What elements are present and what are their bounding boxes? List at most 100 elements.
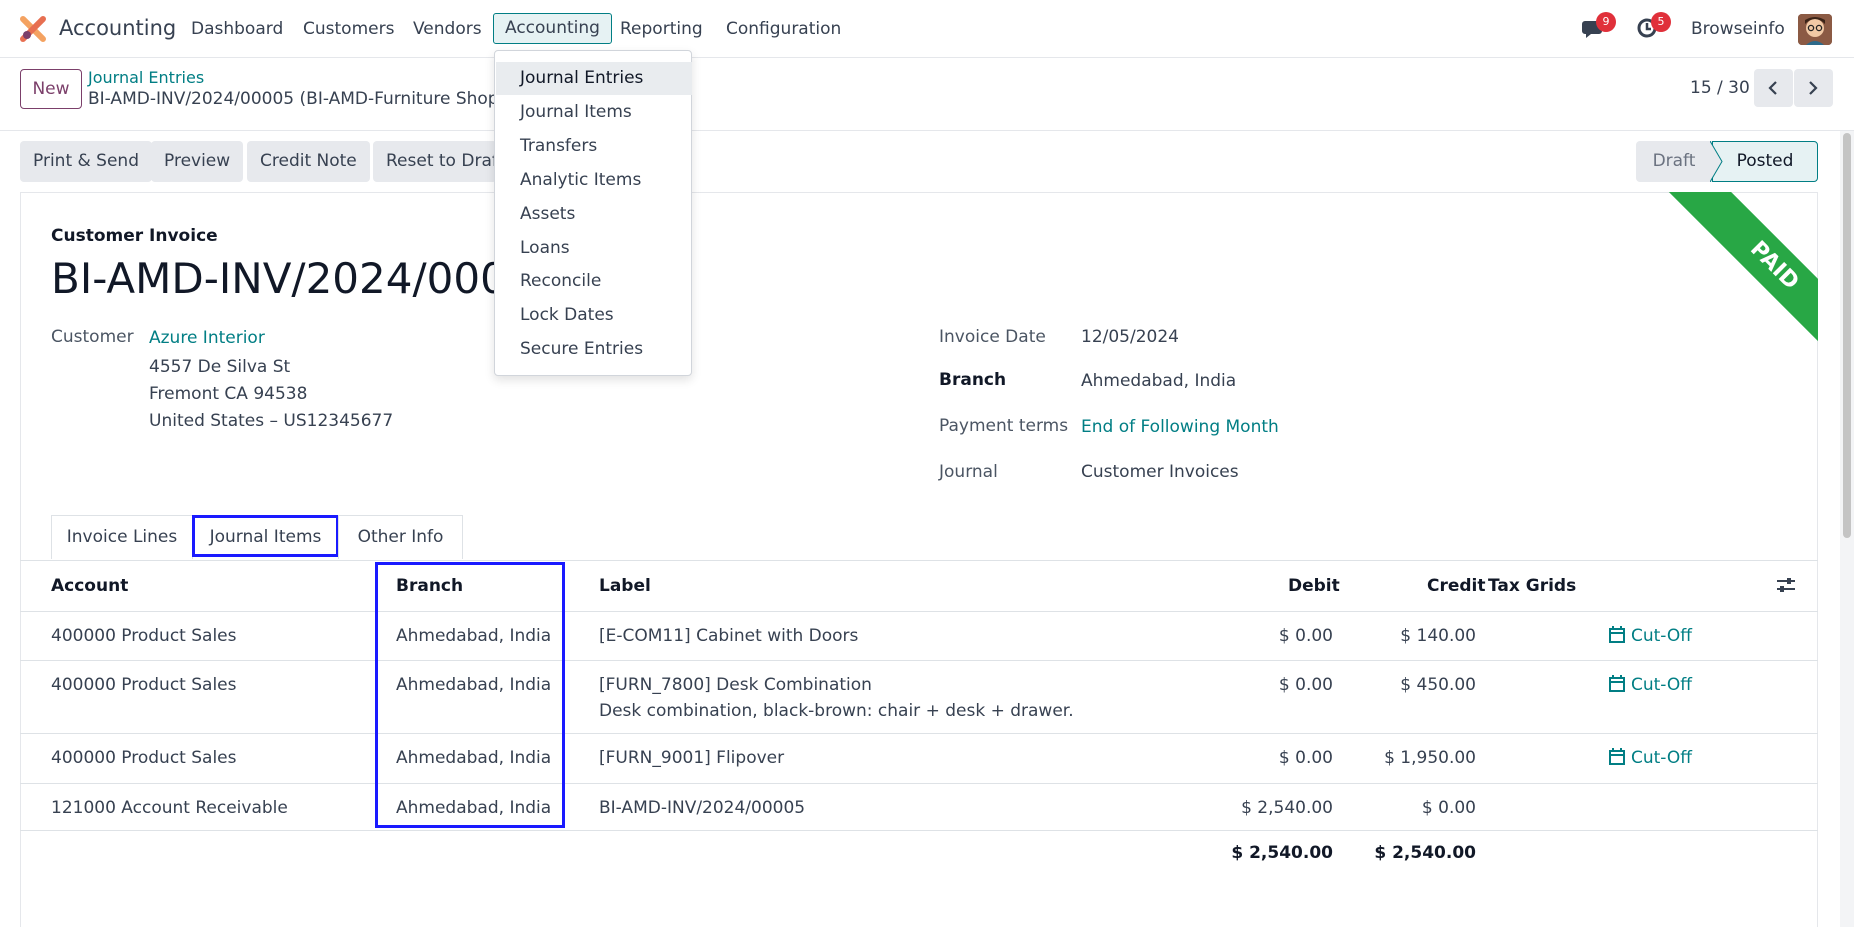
control-panel-divider [0,130,1854,131]
paid-ribbon-label: PAID [1666,192,1818,374]
avatar[interactable] [1798,14,1832,45]
chevron-right-icon [1809,81,1818,95]
customer-address-line3: United States – US12345677 [149,411,394,431]
row2-account[interactable]: 400000 Product Sales [51,675,237,695]
row4-credit[interactable]: $ 0.00 [1340,798,1476,818]
column-header-credit[interactable]: Credit [1427,576,1486,596]
dropdown-secure-entries[interactable]: Secure Entries [496,333,692,366]
journal-label: Journal [939,462,998,482]
calendar-icon [1609,675,1625,692]
row2-cutoff-label: Cut-Off [1631,675,1693,695]
customer-label: Customer [51,327,134,347]
page-title: BI-AMD-INV/2024/00005 [51,254,561,303]
customer-address-line1: 4557 De Silva St [149,357,291,377]
branch-label: Branch [939,370,1007,390]
customer-address-line2: Fremont CA 94538 [149,384,308,404]
row2-debit[interactable]: $ 0.00 [1200,675,1333,695]
status-draft[interactable]: Draft [1636,141,1712,182]
row1-credit[interactable]: $ 140.00 [1340,626,1476,646]
row3-cutoff-label: Cut-Off [1631,748,1693,768]
status-arrow-icon [1710,141,1723,182]
optional-columns-icon[interactable] [1776,576,1796,594]
row2-label[interactable]: [FURN_7800] Desk Combination [599,675,872,695]
total-credit: $ 2,540.00 [1374,843,1476,863]
user-name[interactable]: Browseinfo [1691,19,1785,39]
tabs-divider [20,560,1818,561]
tab-invoice-lines[interactable]: Invoice Lines [51,515,193,559]
app-name[interactable]: Accounting [59,16,176,40]
pager-previous-button[interactable] [1754,69,1793,107]
customer-link[interactable]: Azure Interior [149,328,265,348]
row4-label[interactable]: BI-AMD-INV/2024/00005 [599,798,805,818]
dropdown-journal-items[interactable]: Journal Items [496,96,692,129]
status-posted[interactable]: Posted [1712,141,1818,182]
menu-accounting[interactable]: Accounting [493,13,612,44]
dropdown-assets[interactable]: Assets [496,198,692,231]
tab-journal-items[interactable]: Journal Items [192,515,339,557]
activities-badge: 5 [1651,12,1671,32]
row-divider [20,733,1818,734]
row3-credit[interactable]: $ 1,950.00 [1340,748,1476,768]
dropdown-journal-entries[interactable]: Journal Entries [496,62,692,95]
pager-value[interactable]: 15 / 30 [1690,78,1750,98]
row3-label[interactable]: [FURN_9001] Flipover [599,748,784,768]
user-avatar-icon [1798,14,1832,45]
breadcrumb-current-record: BI-AMD-INV/2024/00005 (BI-AMD-Furniture … [88,89,522,109]
tab-other-info[interactable]: Other Info [338,515,463,559]
document-type: Customer Invoice [51,226,218,246]
column-header-tax-grids[interactable]: Tax Grids [1488,576,1576,596]
header-divider [20,611,1818,612]
dropdown-transfers[interactable]: Transfers [496,130,692,163]
row-divider [20,830,1818,831]
row-divider [20,783,1818,784]
invoice-date-label: Invoice Date [939,327,1046,347]
calendar-icon [1609,626,1625,643]
journal-field[interactable]: Customer Invoices [1081,462,1239,482]
menu-reporting[interactable]: Reporting [620,19,703,39]
row1-debit[interactable]: $ 0.00 [1200,626,1333,646]
row1-account[interactable]: 400000 Product Sales [51,626,237,646]
paid-ribbon: PAID [1636,192,1818,374]
calendar-icon [1609,748,1625,765]
dropdown-lock-dates[interactable]: Lock Dates [496,299,692,332]
app-logo-icon[interactable] [20,16,46,42]
menu-vendors[interactable]: Vendors [413,19,482,39]
row3-cutoff-button[interactable]: Cut-Off [1609,748,1692,768]
column-header-label[interactable]: Label [599,576,651,596]
row4-account[interactable]: 121000 Account Receivable [51,798,288,818]
column-header-debit[interactable]: Debit [1288,576,1340,596]
menu-customers[interactable]: Customers [303,19,394,39]
messages-badge: 9 [1596,12,1616,32]
row1-cutoff-button[interactable]: Cut-Off [1609,626,1692,646]
new-button[interactable]: New [20,69,82,109]
accounting-dropdown-menu: Journal Entries Journal Items Transfers … [494,50,692,376]
payment-terms-label: Payment terms [939,416,1069,436]
chevron-left-icon [1768,81,1777,95]
row3-debit[interactable]: $ 0.00 [1200,748,1333,768]
row-divider [20,660,1818,661]
preview-button[interactable]: Preview [151,141,244,182]
row2-credit[interactable]: $ 450.00 [1340,675,1476,695]
payment-terms-link[interactable]: End of Following Month [1081,417,1279,437]
print-send-button[interactable]: Print & Send [20,141,152,182]
total-debit: $ 2,540.00 [1231,843,1333,863]
dropdown-analytic-items[interactable]: Analytic Items [496,164,692,197]
breadcrumb-journal-entries[interactable]: Journal Entries [88,68,204,87]
credit-note-button[interactable]: Credit Note [247,141,370,182]
page-scrollbar[interactable] [1840,131,1854,927]
pager-next-button[interactable] [1794,69,1833,107]
menu-configuration[interactable]: Configuration [726,19,841,39]
row1-label[interactable]: [E-COM11] Cabinet with Doors [599,626,858,646]
dropdown-loans[interactable]: Loans [496,232,692,265]
scrollbar-thumb[interactable] [1843,133,1851,538]
row4-debit[interactable]: $ 2,540.00 [1200,798,1333,818]
dropdown-reconcile[interactable]: Reconcile [496,265,692,298]
menu-dashboard[interactable]: Dashboard [191,19,283,39]
branch-field[interactable]: Ahmedabad, India [1081,371,1236,391]
column-header-account[interactable]: Account [51,576,128,596]
row3-account[interactable]: 400000 Product Sales [51,748,237,768]
row2-cutoff-button[interactable]: Cut-Off [1609,675,1692,695]
reset-to-draft-button[interactable]: Reset to Draft [373,141,497,182]
invoice-date-field[interactable]: 12/05/2024 [1081,327,1179,347]
row2-label-description: Desk combination, black-brown: chair + d… [599,701,1074,721]
